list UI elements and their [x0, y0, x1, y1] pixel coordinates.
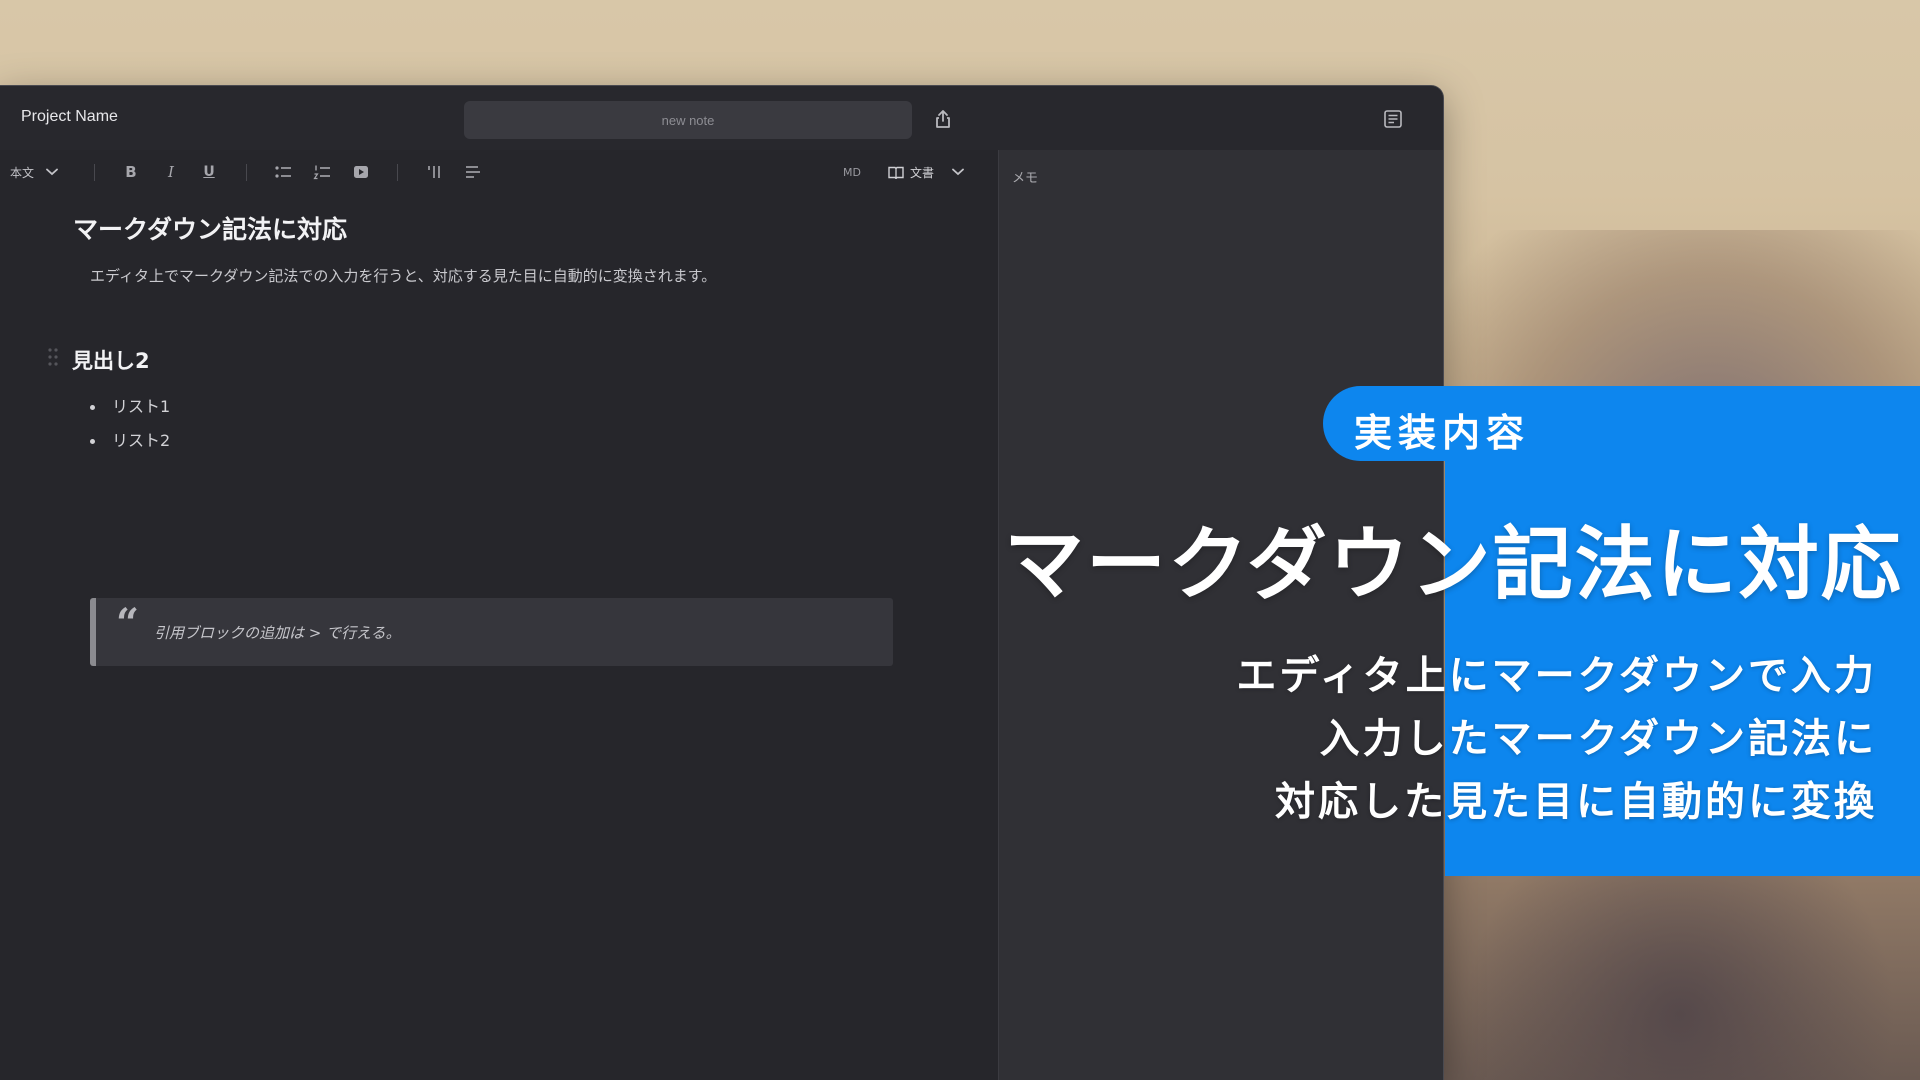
list-item-text: リスト1 [112, 397, 171, 416]
list-item[interactable]: リスト2 [88, 424, 170, 458]
background: Project Name 本文 [0, 0, 1920, 1080]
promo-line: 対応した見た目に自動的に変換 [1275, 779, 1877, 825]
promo-badge-text: 実装内容 [1354, 411, 1531, 455]
bold-button[interactable]: B [120, 160, 142, 184]
document-panel-icon [1384, 110, 1402, 128]
bullet-list-icon [275, 166, 291, 178]
drag-handle-icon[interactable] [46, 347, 60, 367]
book-icon [888, 166, 904, 179]
promo-line: エディタ上にマークダウンで入力 [1236, 653, 1877, 699]
toolbar-divider [94, 164, 95, 181]
text-style-select[interactable]: 本文 [10, 160, 72, 184]
project-name[interactable]: Project Name [21, 108, 118, 126]
promo-description: エディタ上にマークダウンで入力 入力したマークダウン記法に 対応した見た目に自動… [1236, 645, 1877, 834]
list-item[interactable]: リスト1 [88, 390, 170, 424]
blockquote[interactable]: “ 引用ブロックの追加は > で行える。 [90, 598, 893, 666]
bullet-list-button[interactable] [272, 160, 294, 184]
editor-heading-2[interactable]: 見出し2 [72, 345, 150, 375]
view-mode-label: 文書 [910, 165, 935, 180]
markdown-toggle[interactable]: MD [838, 160, 866, 184]
promo-headline: マークダウン記法に対応 [1004, 518, 1903, 611]
align-left-icon [466, 166, 480, 178]
list-item-text: リスト2 [112, 431, 171, 450]
bullet-list: リスト1 リスト2 [88, 390, 170, 458]
text-style-label: 本文 [10, 165, 35, 180]
view-mode-select[interactable]: 文書 [888, 160, 974, 184]
quote-icon: “ [116, 600, 140, 647]
bullet-icon [90, 405, 95, 410]
numbered-list-button[interactable] [311, 160, 333, 184]
toolbar-divider [246, 164, 247, 181]
format-toolbar: 本文 B I U MD 文書 [0, 150, 998, 195]
toggle-memo-panel-button[interactable] [1378, 104, 1408, 134]
underline-button[interactable]: U [198, 160, 220, 184]
embed-media-button[interactable] [350, 160, 372, 184]
editor-paragraph[interactable]: エディタ上でマークダウン記法での入力を行うと、対応する見た目に自動的に変換されま… [90, 265, 716, 286]
editor-area[interactable]: マークダウン記法に対応 エディタ上でマークダウン記法での入力を行うと、対応する見… [0, 194, 998, 1080]
memo-label: メモ [1012, 171, 1039, 186]
toolbar-divider [397, 164, 398, 181]
align-button[interactable] [462, 160, 484, 184]
chevron-down-icon [46, 168, 58, 176]
promo-line: 入力したマークダウン記法に [1319, 716, 1877, 762]
numbered-list-icon [313, 165, 330, 180]
play-video-icon [354, 166, 368, 178]
blockquote-text: 引用ブロックの追加は > で行える。 [154, 624, 401, 642]
title-bar: Project Name [0, 86, 1443, 150]
italic-button[interactable]: I [160, 160, 182, 184]
columns-icon [428, 166, 440, 178]
share-icon [936, 110, 950, 128]
note-title-input[interactable] [464, 101, 912, 139]
bullet-icon [90, 439, 95, 444]
chevron-down-icon [952, 168, 964, 176]
share-button[interactable] [928, 104, 958, 134]
columns-button[interactable] [423, 160, 445, 184]
editor-heading-1[interactable]: マークダウン記法に対応 [73, 210, 347, 246]
